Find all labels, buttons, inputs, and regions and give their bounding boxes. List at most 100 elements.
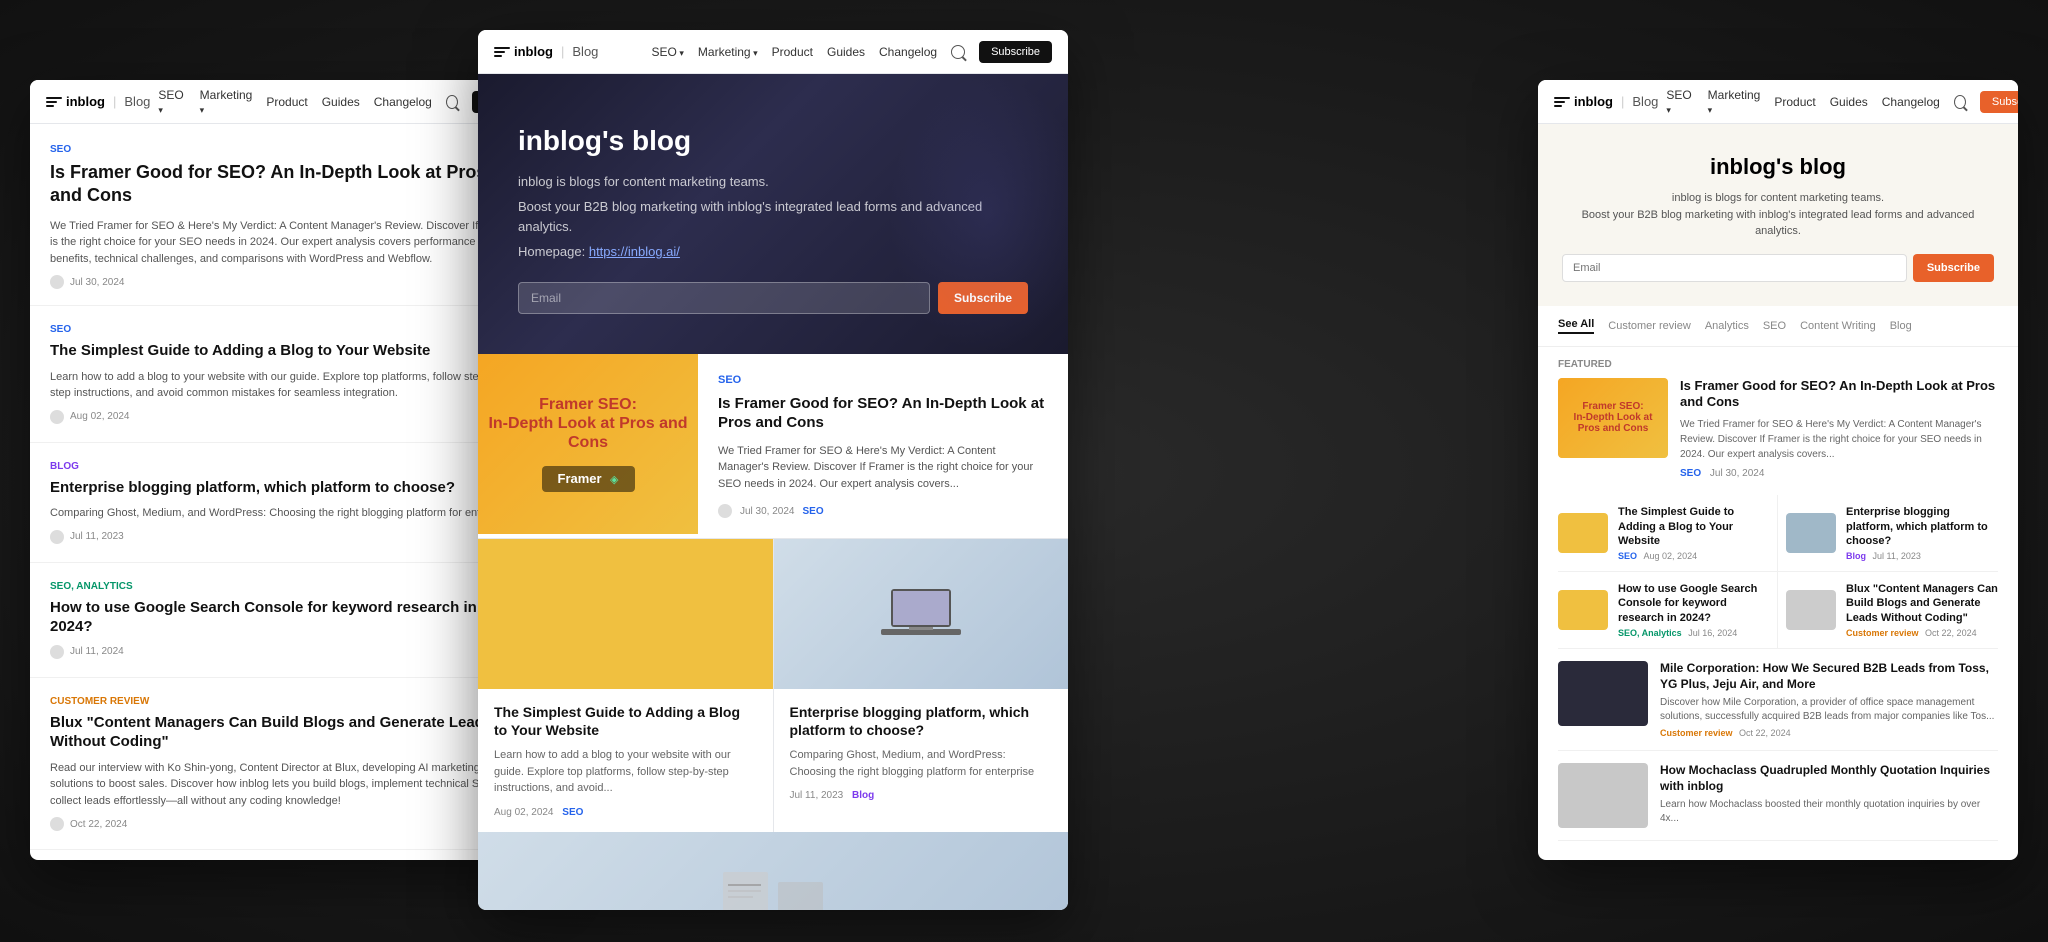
center-hero-subscribe-button[interactable]: Subscribe bbox=[938, 282, 1028, 314]
laptop-svg bbox=[881, 584, 961, 644]
left-hero-category: SEO bbox=[50, 144, 520, 155]
center-logo[interactable]: inblog bbox=[494, 44, 553, 60]
left-article-1-category: SEO bbox=[50, 324, 520, 335]
center-scroll-bottom bbox=[478, 832, 1068, 910]
center-nav-marketing[interactable]: Marketing bbox=[698, 45, 758, 59]
left-hero-title[interactable]: Is Framer Good for SEO? An In-Depth Look… bbox=[50, 161, 520, 208]
left-article-2-avatar bbox=[50, 530, 64, 544]
right-tab-content-writing[interactable]: Content Writing bbox=[1800, 320, 1876, 332]
left-article-1: SEO The Simplest Guide to Adding a Blog … bbox=[30, 306, 540, 443]
right-small-meta-4: Customer review Oct 22, 2024 bbox=[1846, 628, 1998, 638]
right-small-thumb-1 bbox=[1558, 513, 1608, 553]
left-article-3: SEO, Analytics How to use Google Search … bbox=[30, 563, 540, 678]
right-medium-title-2[interactable]: How Mochaclass Quadrupled Monthly Quotat… bbox=[1660, 763, 1998, 794]
left-article-2-title[interactable]: Enterprise blogging platform, which plat… bbox=[50, 478, 520, 498]
right-search-icon[interactable] bbox=[1954, 95, 1966, 109]
right-hero-title: inblog's blog bbox=[1562, 154, 1994, 180]
center-hero-subtitle: inblog is blogs for content marketing te… bbox=[518, 172, 1028, 192]
left-nav-changelog[interactable]: Changelog bbox=[374, 95, 432, 109]
right-featured-date: Jul 30, 2024 bbox=[1710, 468, 1765, 479]
left-logo[interactable]: inblog bbox=[46, 94, 105, 110]
center-featured-title[interactable]: Is Framer Good for SEO? An In-Depth Look… bbox=[718, 394, 1048, 433]
center-hero-form: Subscribe bbox=[518, 282, 1028, 314]
center-nav-seo[interactable]: SEO bbox=[652, 45, 684, 59]
center-nav-product[interactable]: Product bbox=[772, 45, 813, 59]
center-hero-homepage-link[interactable]: https://inblog.ai/ bbox=[589, 244, 680, 259]
right-hero-email-input[interactable] bbox=[1562, 254, 1907, 282]
left-article-2: Blog Enterprise blogging platform, which… bbox=[30, 443, 540, 563]
right-featured-category: SEO bbox=[1680, 468, 1701, 479]
right-tab-blog[interactable]: Blog bbox=[1890, 320, 1912, 332]
right-nav-changelog[interactable]: Changelog bbox=[1882, 95, 1940, 109]
right-small-article-3: How to use Google Search Console for key… bbox=[1558, 572, 1778, 649]
right-medium-title-1[interactable]: Mile Corporation: How We Secured B2B Lea… bbox=[1660, 661, 1998, 692]
right-logo[interactable]: inblog bbox=[1554, 94, 1613, 110]
left-nav-marketing[interactable]: Marketing bbox=[200, 88, 253, 116]
left-content: SEO Is Framer Good for SEO? An In-Depth … bbox=[30, 124, 540, 860]
left-nav-guides[interactable]: Guides bbox=[322, 95, 360, 109]
right-nav-marketing[interactable]: Marketing bbox=[1708, 88, 1761, 116]
right-small-body-2: Enterprise blogging platform, which plat… bbox=[1846, 505, 1998, 561]
left-search-icon[interactable] bbox=[446, 95, 458, 109]
right-small-title-1[interactable]: The Simplest Guide to Adding a Blog to Y… bbox=[1618, 505, 1769, 548]
right-hero-subscribe-button[interactable]: Subscribe bbox=[1913, 254, 1994, 282]
center-card-2-title[interactable]: Enterprise blogging platform, which plat… bbox=[790, 703, 1053, 739]
left-article-2-meta: Jul 11, 2023 bbox=[50, 530, 520, 544]
right-small-title-4[interactable]: Blux "Content Managers Can Build Blogs a… bbox=[1846, 582, 1998, 625]
left-article-3-meta: Jul 11, 2024 bbox=[50, 645, 520, 659]
right-featured-label: FEATURED bbox=[1538, 347, 2018, 378]
right-divider: | bbox=[1621, 94, 1624, 109]
center-card-1-meta: Aug 02, 2024 SEO bbox=[494, 807, 757, 818]
right-small-meta-2: Blog Jul 11, 2023 bbox=[1846, 551, 1998, 561]
center-featured-logo-area: Framer ◈ bbox=[542, 466, 635, 492]
left-hero-date: Jul 30, 2024 bbox=[70, 277, 125, 288]
center-nav-guides[interactable]: Guides bbox=[827, 45, 865, 59]
center-hero-email-input[interactable] bbox=[518, 282, 930, 314]
right-medium-meta-1: Customer review Oct 22, 2024 bbox=[1660, 728, 1998, 738]
right-featured-meta: SEO Jul 30, 2024 bbox=[1680, 468, 1998, 479]
center-card-1-title[interactable]: The Simplest Guide to Adding a Blog to Y… bbox=[494, 703, 757, 739]
right-tab-see-all[interactable]: See All bbox=[1558, 318, 1594, 334]
left-article-2-category: Blog bbox=[50, 461, 520, 472]
right-medium-excerpt-1: Discover how Mile Corporation, a provide… bbox=[1660, 696, 1998, 724]
right-small-thumb-4 bbox=[1786, 590, 1836, 630]
right-small-title-3[interactable]: How to use Google Search Console for key… bbox=[1618, 582, 1769, 625]
center-subscribe-button[interactable]: Subscribe bbox=[979, 41, 1052, 63]
center-featured-tag: SEO bbox=[803, 506, 824, 517]
right-small-body-1: The Simplest Guide to Adding a Blog to Y… bbox=[1618, 505, 1769, 561]
center-search-icon[interactable] bbox=[951, 45, 965, 59]
right-nav-seo[interactable]: SEO bbox=[1666, 88, 1693, 116]
center-card-2-excerpt: Comparing Ghost, Medium, and WordPress: … bbox=[790, 747, 1053, 780]
right-window: inblog | Blog SEO Marketing Product Guid… bbox=[1538, 80, 2018, 860]
center-featured-date: Jul 30, 2024 bbox=[740, 506, 795, 517]
left-article-3-title[interactable]: How to use Google Search Console for key… bbox=[50, 598, 520, 637]
left-nav-seo[interactable]: SEO bbox=[158, 88, 185, 116]
right-nav-guides[interactable]: Guides bbox=[1830, 95, 1868, 109]
center-card-2-img bbox=[774, 539, 1069, 689]
bottom-illustration bbox=[713, 857, 833, 910]
right-small-title-2[interactable]: Enterprise blogging platform, which plat… bbox=[1846, 505, 1998, 548]
center-nav-changelog[interactable]: Changelog bbox=[879, 45, 937, 59]
center-featured-img-text: Framer SEO: In-Depth Look at Pros and Co… bbox=[478, 395, 698, 453]
center-featured-row: Framer SEO: In-Depth Look at Pros and Co… bbox=[478, 354, 1068, 540]
right-featured-body: Is Framer Good for SEO? An In-Depth Look… bbox=[1680, 378, 1998, 480]
right-tab-seo[interactable]: SEO bbox=[1763, 320, 1786, 332]
center-window: inblog | Blog SEO Marketing Product Guid… bbox=[478, 30, 1068, 910]
left-article-4-title[interactable]: Blux "Content Managers Can Build Blogs a… bbox=[50, 713, 520, 752]
left-divider: | bbox=[113, 94, 116, 109]
right-subscribe-button[interactable]: Subscribe bbox=[1980, 91, 2018, 113]
right-tab-customer-review[interactable]: Customer review bbox=[1608, 320, 1691, 332]
right-small-body-4: Blux "Content Managers Can Build Blogs a… bbox=[1846, 582, 1998, 638]
right-featured-title[interactable]: Is Framer Good for SEO? An In-Depth Look… bbox=[1680, 378, 1998, 412]
center-blog-label: Blog bbox=[572, 44, 598, 59]
center-card-1-tag: SEO bbox=[562, 807, 583, 818]
left-article-1-title[interactable]: The Simplest Guide to Adding a Blog to Y… bbox=[50, 341, 520, 361]
left-article-4-meta: Oct 22, 2024 bbox=[50, 817, 520, 831]
right-nav: SEO Marketing Product Guides Changelog S… bbox=[1666, 88, 2018, 116]
right-small-meta-1: SEO Aug 02, 2024 bbox=[1618, 551, 1769, 561]
center-card-2-tag: Blog bbox=[852, 790, 874, 801]
right-featured-framer-text: Framer SEO:In-Depth Look atPros and Cons bbox=[1574, 401, 1653, 434]
left-nav-product[interactable]: Product bbox=[266, 95, 307, 109]
right-tab-analytics[interactable]: Analytics bbox=[1705, 320, 1749, 332]
right-nav-product[interactable]: Product bbox=[1774, 95, 1815, 109]
